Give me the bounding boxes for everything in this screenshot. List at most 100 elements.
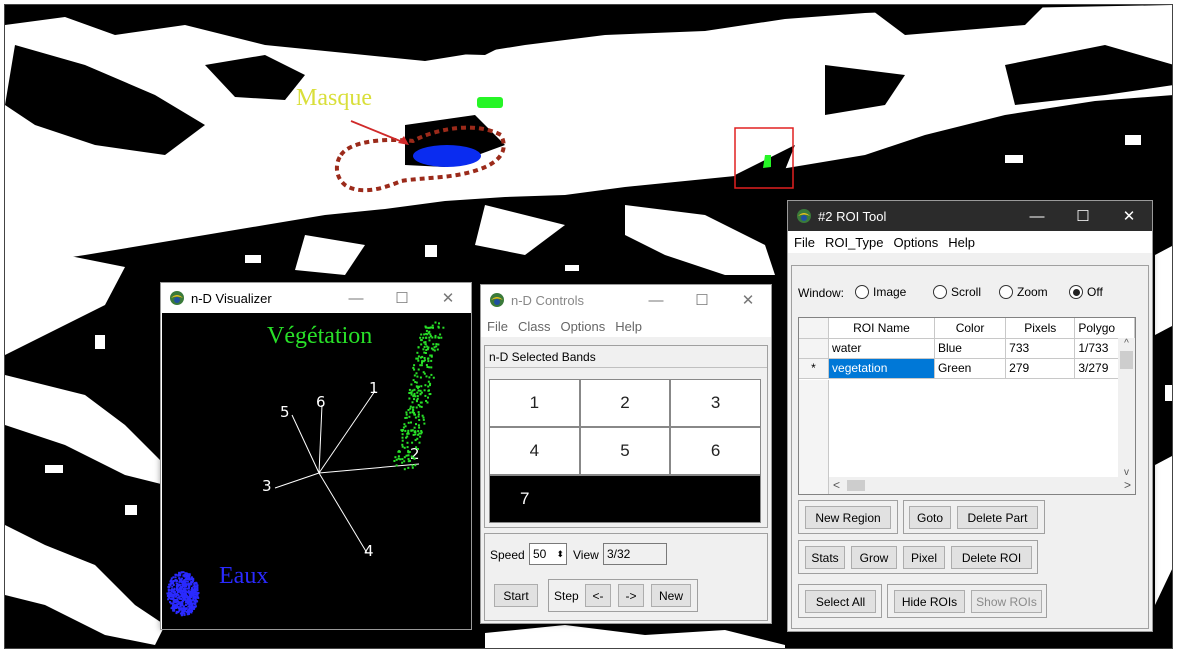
roi-color-cell[interactable]: Blue [934, 338, 1007, 359]
nd-visualizer-window[interactable]: n-D Visualizer — ☐ ✕ 1 2 3 4 5 6 Végétation E… [160, 282, 472, 630]
scroll-up-icon[interactable]: ^ [1118, 338, 1135, 349]
axis-label-5: 5 [280, 403, 290, 421]
selected-bands-group: n-D Selected Bands 1 2 3 4 5 6 7 [484, 345, 768, 528]
delete-part-button[interactable]: Delete Part [957, 506, 1038, 529]
col-roi-name[interactable]: ROI Name [828, 318, 935, 339]
band-button-6[interactable]: 6 [670, 427, 761, 475]
roi-table[interactable]: ROI Name Color Pixels Polygo water Blue … [798, 317, 1136, 495]
minimize-button[interactable]: — [1014, 201, 1060, 231]
radio-zoom-label: Zoom [1017, 285, 1048, 299]
minimize-button[interactable]: — [633, 285, 679, 315]
roi-tool-titlebar[interactable]: #2 ROI Tool — ☐ ✕ [788, 201, 1152, 231]
axis-label-3: 3 [262, 477, 272, 495]
show-rois-button: Show ROIs [971, 590, 1042, 613]
new-button[interactable]: New [651, 584, 691, 607]
roi-name-cell[interactable]: water [828, 338, 935, 359]
step-forward-button[interactable]: -> [618, 584, 644, 607]
band-button-3[interactable]: 3 [670, 379, 761, 427]
axis-label-2: 2 [410, 445, 420, 463]
row-marker[interactable]: * [799, 358, 830, 379]
delete-roi-button[interactable]: Delete ROI [951, 546, 1032, 569]
roi-pixels-cell: 279 [1005, 358, 1076, 379]
table-row[interactable]: water Blue 733 1/733 [799, 338, 1135, 359]
menu-bar: File Class Options Help [481, 315, 771, 337]
nd-controls-window[interactable]: n-D Controls — ☐ ✕ File Class Options He… [480, 284, 772, 624]
radio-scroll[interactable]: Scroll [933, 285, 981, 299]
menu-file[interactable]: File [487, 319, 508, 334]
stats-button[interactable]: Stats [805, 546, 845, 569]
vertical-scrollbar[interactable]: ^ v [1118, 338, 1135, 478]
envi-app-icon [170, 291, 184, 305]
spinner-arrows-icon[interactable]: ⬍ [556, 549, 564, 560]
view-label: View [573, 548, 599, 562]
new-region-button[interactable]: New Region [805, 506, 891, 529]
roi-table-header: ROI Name Color Pixels Polygo [799, 318, 1135, 339]
band-button-5[interactable]: 5 [579, 427, 671, 475]
axis-label-4: 4 [364, 542, 374, 560]
col-pixels[interactable]: Pixels [1005, 318, 1076, 339]
view-field: 3/32 [603, 543, 667, 565]
band-button-4[interactable]: 4 [489, 427, 580, 475]
horizontal-scrollbar[interactable]: < > [829, 477, 1135, 494]
window-title: n-D Controls [511, 292, 584, 308]
maximize-button[interactable]: ☐ [679, 285, 725, 315]
close-button[interactable]: ✕ [1106, 201, 1152, 231]
scroll-left-icon[interactable]: < [833, 478, 840, 492]
axis-label-1: 1 [369, 379, 379, 397]
scroll-right-icon[interactable]: > [1124, 478, 1131, 492]
roi-tool-window[interactable]: #2 ROI Tool — ☐ ✕ File ROI_Type Options … [787, 200, 1153, 632]
start-button[interactable]: Start [494, 584, 538, 607]
water-class-label: Eaux [219, 563, 269, 589]
menu-roi-type[interactable]: ROI_Type [825, 235, 884, 250]
table-row[interactable]: * vegetation Green 279 3/279 [799, 358, 1135, 379]
speed-input[interactable]: 50 ⬍ [529, 543, 567, 565]
maximize-button[interactable]: ☐ [1060, 201, 1106, 231]
close-button[interactable]: ✕ [725, 285, 771, 315]
menu-file[interactable]: File [794, 235, 815, 250]
band-button-2[interactable]: 2 [579, 379, 671, 427]
step-label: Step [554, 589, 579, 603]
select-all-button[interactable]: Select All [805, 590, 876, 613]
menu-help[interactable]: Help [948, 235, 975, 250]
nd-projection-canvas[interactable]: 1 2 3 4 5 6 [162, 313, 471, 629]
goto-button[interactable]: Goto [909, 506, 951, 529]
water-point-cloud [166, 571, 200, 617]
band-grid: 1 2 3 4 5 6 7 [489, 379, 761, 523]
nd-visualizer-titlebar[interactable]: n-D Visualizer — ☐ ✕ [161, 283, 471, 313]
hide-rois-button[interactable]: Hide ROIs [894, 590, 965, 613]
nd-controls-titlebar[interactable]: n-D Controls — ☐ ✕ [481, 285, 771, 315]
pixel-button[interactable]: Pixel [903, 546, 945, 569]
nd-scatter-plot[interactable]: 1 2 3 4 5 6 Végétation Eaux [162, 313, 471, 629]
radio-off[interactable]: Off [1069, 285, 1103, 299]
radio-zoom[interactable]: Zoom [999, 285, 1048, 299]
menu-help[interactable]: Help [615, 319, 642, 334]
col-color[interactable]: Color [934, 318, 1007, 339]
row-marker[interactable] [799, 338, 830, 359]
hscroll-thumb[interactable] [847, 480, 865, 491]
selected-bands-title: n-D Selected Bands [485, 346, 767, 368]
menu-class[interactable]: Class [518, 319, 551, 334]
col-polygons[interactable]: Polygo [1074, 318, 1135, 339]
maximize-button[interactable]: ☐ [379, 283, 425, 313]
minimize-button[interactable]: — [333, 283, 379, 313]
radio-image[interactable]: Image [855, 285, 906, 299]
row-header-strip [799, 380, 829, 494]
step-back-button[interactable]: <- [585, 584, 611, 607]
radio-circle-icon [855, 285, 869, 299]
radio-scroll-label: Scroll [951, 285, 982, 299]
grow-button[interactable]: Grow [851, 546, 897, 569]
band-button-7[interactable]: 7 [489, 475, 761, 523]
radio-off-label: Off [1087, 285, 1103, 299]
radio-image-label: Image [873, 285, 907, 299]
projection-axis-3 [274, 472, 320, 489]
speed-value: 50 [533, 547, 547, 561]
close-button[interactable]: ✕ [425, 283, 471, 313]
window-title: #2 ROI Tool [818, 208, 887, 224]
band-button-1[interactable]: 1 [489, 379, 580, 427]
menu-options[interactable]: Options [560, 319, 605, 334]
roi-color-cell[interactable]: Green [934, 358, 1007, 379]
scroll-thumb[interactable] [1120, 351, 1133, 369]
radio-selected-icon [1069, 285, 1083, 299]
menu-options[interactable]: Options [893, 235, 938, 250]
roi-name-cell[interactable]: vegetation [828, 358, 935, 379]
